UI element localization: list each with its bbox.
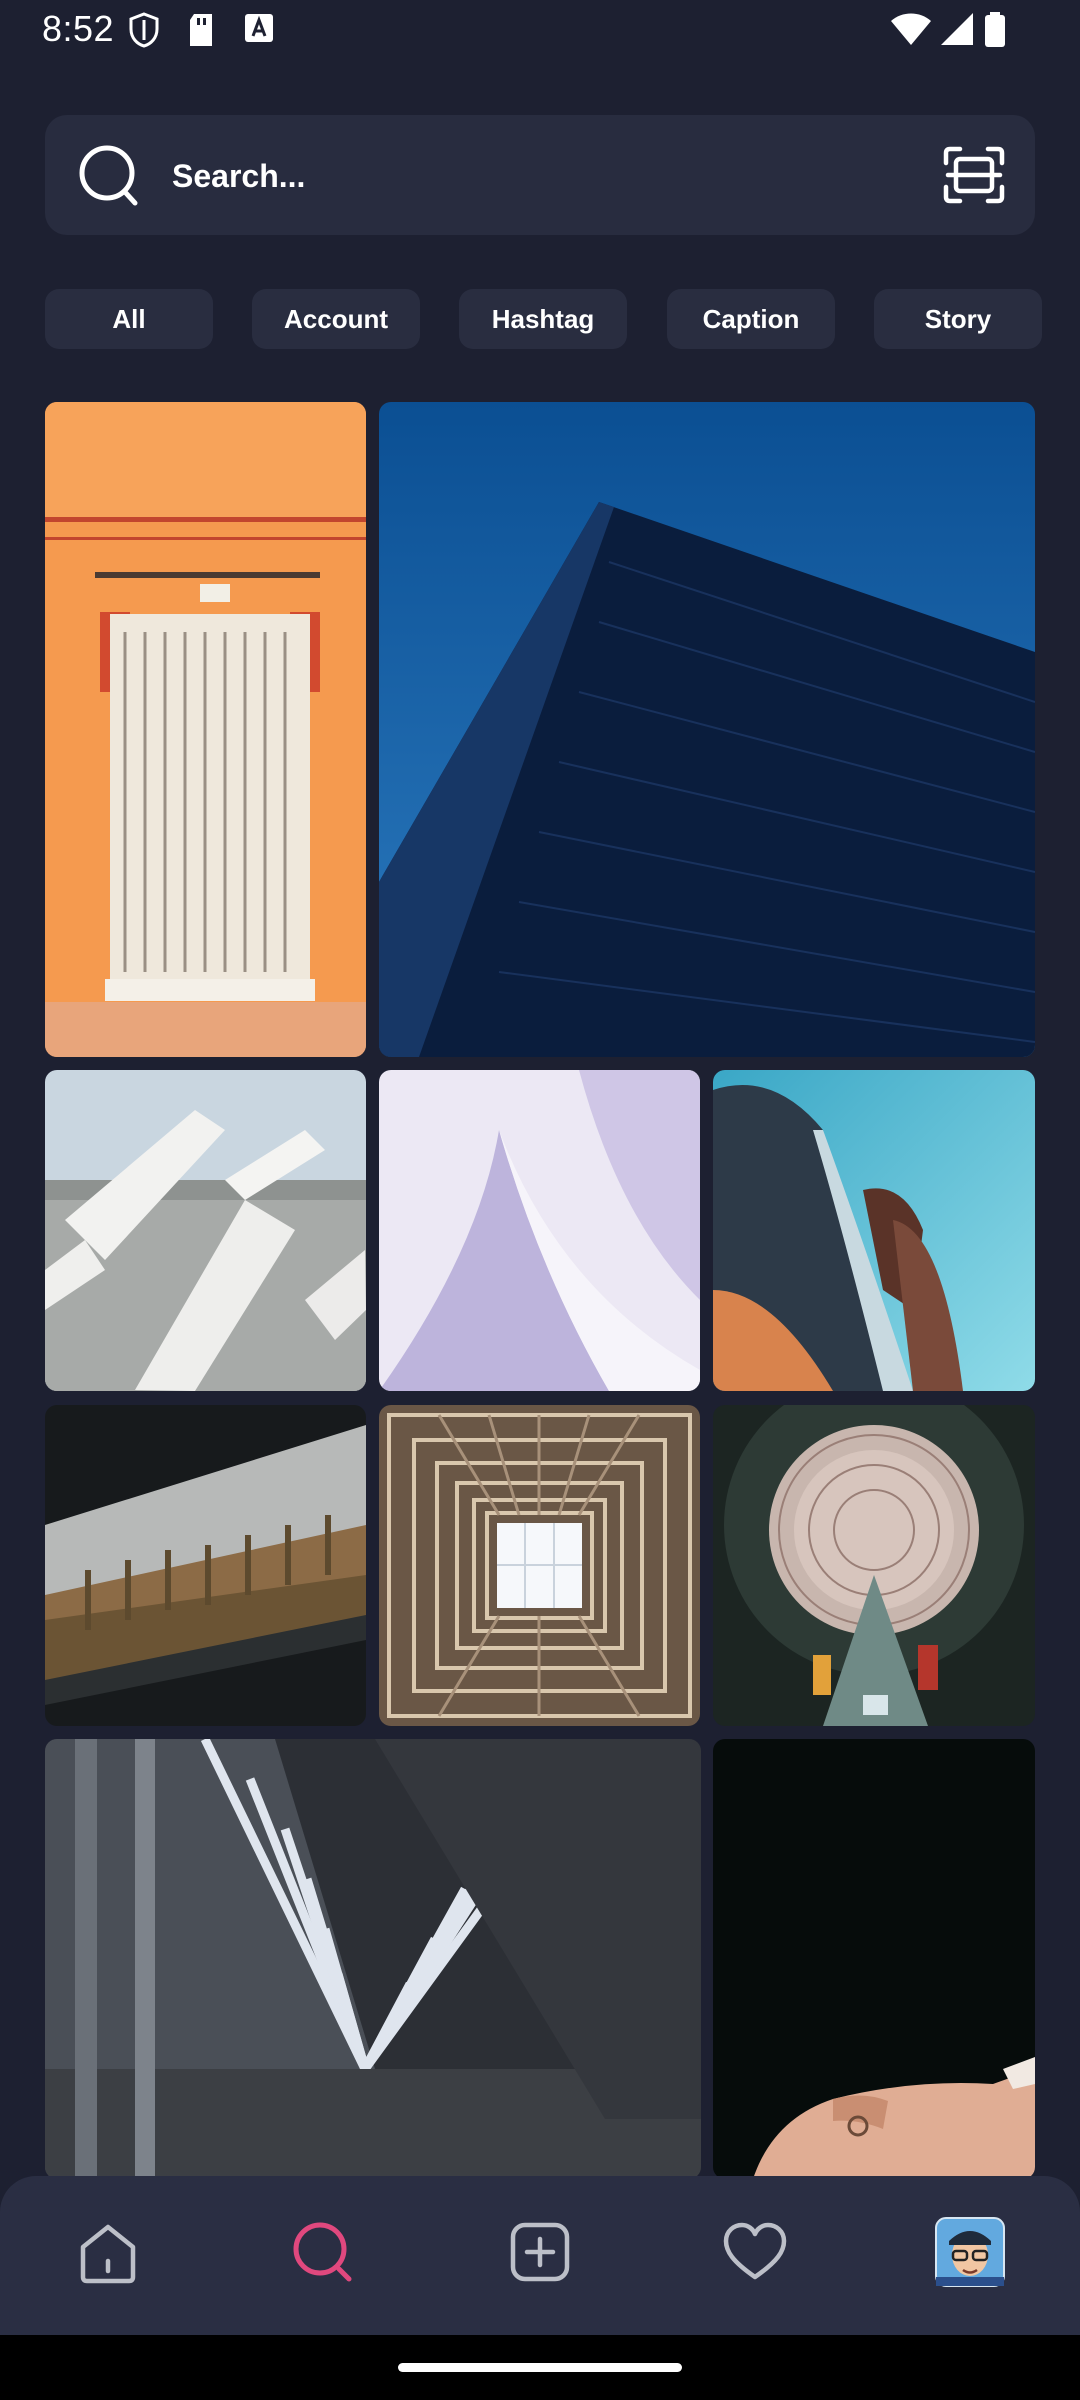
grid-tile-blue-building[interactable] (379, 402, 1035, 1057)
avatar[interactable] (930, 2212, 1010, 2292)
heart-icon[interactable] (715, 2212, 795, 2292)
grid-tile-white-beams[interactable] (45, 1070, 366, 1391)
grid-tile-atrium[interactable] (713, 1405, 1035, 1726)
grid-tile-hand-dark[interactable] (713, 1739, 1035, 2179)
grid-tile-teal-architecture[interactable] (713, 1070, 1035, 1391)
grid-tile-arch-corridor[interactable] (45, 1739, 701, 2179)
add-icon[interactable] (500, 2212, 580, 2292)
search-nav-icon[interactable] (283, 2212, 363, 2292)
grid-tile-forest-window[interactable] (45, 1405, 366, 1726)
grid-tile-skylight-grid[interactable] (379, 1405, 700, 1726)
grid-tile-orange-door[interactable] (45, 402, 366, 1057)
photo-grid (0, 0, 1080, 2400)
gesture-bar (0, 2335, 1080, 2400)
home-indicator[interactable] (398, 2363, 682, 2372)
home-icon[interactable] (68, 2212, 148, 2292)
bottom-nav (0, 2176, 1080, 2335)
grid-tile-lavender-curve[interactable] (379, 1070, 700, 1391)
